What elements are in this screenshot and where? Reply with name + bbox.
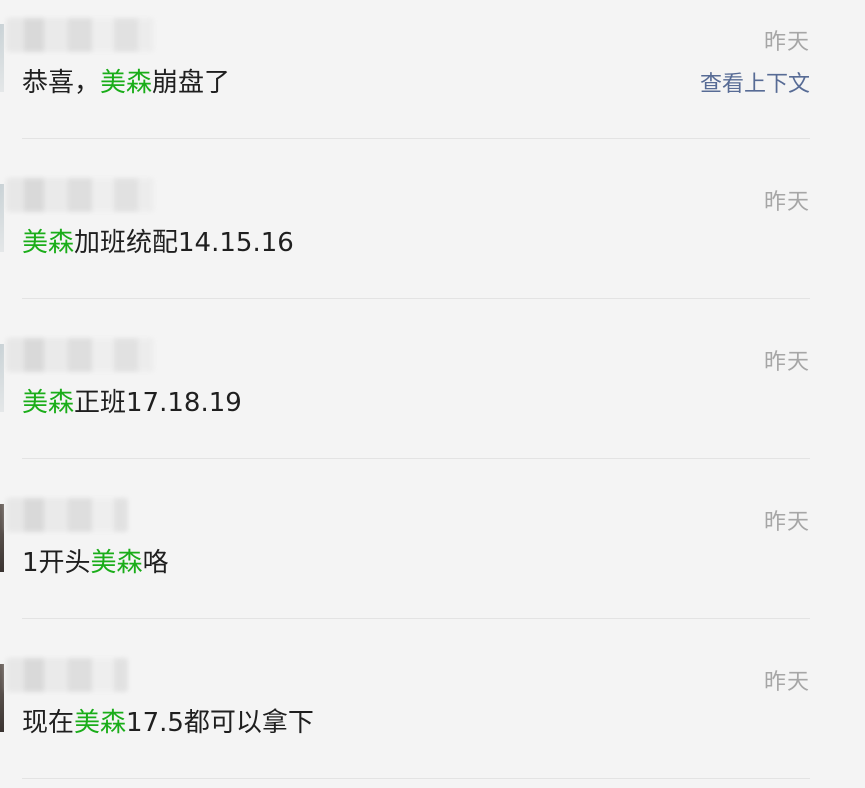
- message-segment: 咯: [142, 548, 169, 578]
- message-segment: 1开头: [22, 548, 91, 578]
- message-time: 昨天: [763, 350, 810, 375]
- search-results-list: 昨天 恭喜，美森崩盘了 查看上下文 昨天 美森加班统配14.15.16 昨天 美…: [0, 0, 865, 788]
- message-segment: 正班17.18.19: [74, 388, 242, 418]
- message-time: 昨天: [763, 190, 810, 215]
- message-text: 美森正班17.18.19: [22, 382, 242, 419]
- message-time: 昨天: [763, 670, 810, 695]
- message-segment: 现在: [22, 708, 75, 738]
- avatar[interactable]: [0, 184, 4, 252]
- sender-name-blurred: [6, 498, 128, 532]
- divider: [22, 298, 810, 299]
- sender-name-blurred: [6, 658, 128, 692]
- message-text: 1开头美森咯: [22, 542, 169, 579]
- divider: [22, 618, 810, 619]
- message-time: 昨天: [763, 510, 810, 535]
- keyword-highlight: 美森: [74, 708, 127, 738]
- divider: [22, 138, 810, 139]
- keyword-highlight: 美森: [100, 68, 153, 98]
- result-item[interactable]: 昨天 1开头美森咯: [0, 480, 865, 640]
- message-time: 昨天: [763, 30, 810, 55]
- divider: [22, 778, 810, 779]
- result-item[interactable]: 昨天 现在美森17.5都可以拿下: [0, 640, 865, 788]
- result-item[interactable]: 昨天 恭喜，美森崩盘了 查看上下文: [0, 0, 865, 160]
- message-segment: 加班统配14.15.16: [74, 228, 294, 258]
- avatar[interactable]: [0, 344, 4, 412]
- avatar[interactable]: [0, 504, 4, 572]
- message-text: 现在美森17.5都可以拿下: [22, 702, 314, 739]
- sender-name-blurred: [6, 178, 154, 212]
- message-segment: 恭喜，: [22, 68, 101, 98]
- result-item[interactable]: 昨天 美森加班统配14.15.16: [0, 160, 865, 320]
- sender-name-blurred: [6, 338, 154, 372]
- divider: [22, 458, 810, 459]
- keyword-highlight: 美森: [22, 388, 75, 418]
- sender-name-blurred: [6, 18, 154, 52]
- message-segment: 崩盘了: [152, 68, 231, 98]
- avatar[interactable]: [0, 24, 4, 92]
- keyword-highlight: 美森: [22, 228, 75, 258]
- message-segment: 17.5都可以拿下: [126, 708, 314, 738]
- keyword-highlight: 美森: [90, 548, 143, 578]
- message-text: 美森加班统配14.15.16: [22, 222, 294, 259]
- result-item[interactable]: 昨天 美森正班17.18.19: [0, 320, 865, 480]
- avatar[interactable]: [0, 664, 4, 732]
- view-context-link[interactable]: 查看上下文: [700, 66, 810, 98]
- message-text: 恭喜，美森崩盘了: [22, 62, 230, 99]
